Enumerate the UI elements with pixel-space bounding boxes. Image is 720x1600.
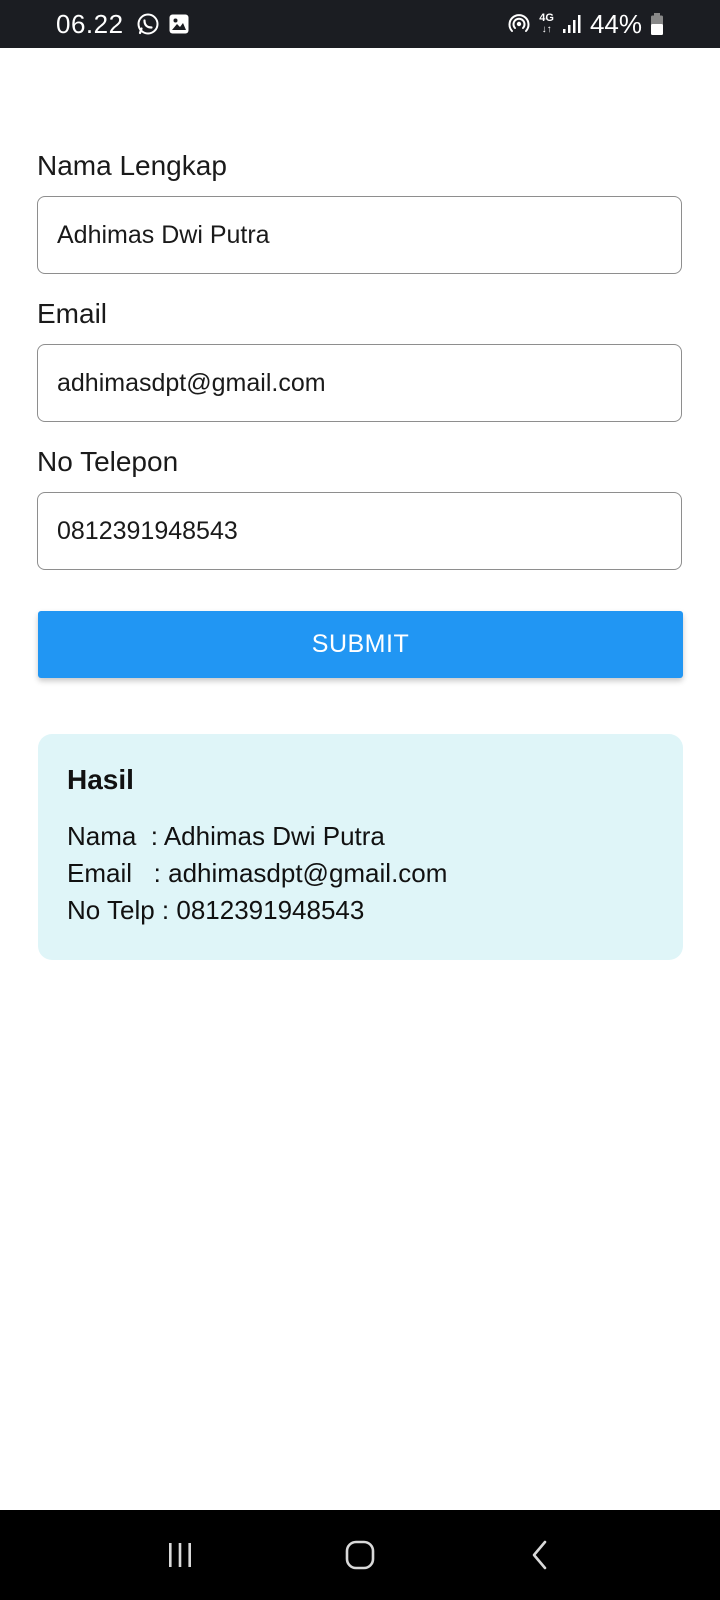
status-right: 4G ↓↑ 44% <box>507 9 664 40</box>
hotspot-icon <box>507 12 531 36</box>
submit-button[interactable]: SUBMIT <box>38 611 683 678</box>
name-input[interactable]: Adhimas Dwi Putra <box>37 196 682 274</box>
status-bar: 06.22 4G ↓↑ 44% <box>0 0 720 48</box>
status-time: 06.22 <box>56 8 124 39</box>
data-arrows-icon: ↓↑ <box>541 24 552 35</box>
battery-icon <box>650 12 664 36</box>
phone-input[interactable]: 0812391948543 <box>37 492 682 570</box>
result-email-line: Email : adhimasdpt@gmail.com <box>67 858 448 888</box>
recent-apps-icon <box>165 1541 195 1569</box>
phone-label: No Telepon <box>37 446 179 477</box>
home-icon <box>344 1539 376 1571</box>
network-label: 4G <box>539 12 554 24</box>
navigation-bar <box>0 1510 720 1600</box>
recent-apps-button[interactable] <box>150 1525 210 1585</box>
back-icon <box>528 1539 552 1571</box>
screen: 06.22 4G ↓↑ 44% Nama Lengkap Adhimas Dwi… <box>0 0 720 1600</box>
status-left: 06.22 <box>56 9 190 40</box>
result-title: Hasil <box>67 764 134 795</box>
back-button[interactable] <box>510 1525 570 1585</box>
result-card: Hasil Nama : Adhimas Dwi Putra Email : a… <box>38 734 683 960</box>
email-label: Email <box>37 298 108 329</box>
email-input[interactable]: adhimasdpt@gmail.com <box>37 344 682 422</box>
name-label: Nama Lengkap <box>37 150 227 181</box>
whatsapp-icon <box>136 12 160 36</box>
battery-percentage: 44% <box>589 8 642 39</box>
network-4g-icon: 4G ↓↑ <box>539 12 554 36</box>
contact-form: Nama Lengkap Adhimas Dwi Putra Email adh… <box>37 150 683 594</box>
home-button[interactable] <box>330 1525 390 1585</box>
signal-icon <box>562 14 582 34</box>
result-name-line: Nama : Adhimas Dwi Putra <box>67 821 385 851</box>
result-phone-line: No Telp : 0812391948543 <box>67 895 365 925</box>
gallery-icon <box>168 13 190 35</box>
